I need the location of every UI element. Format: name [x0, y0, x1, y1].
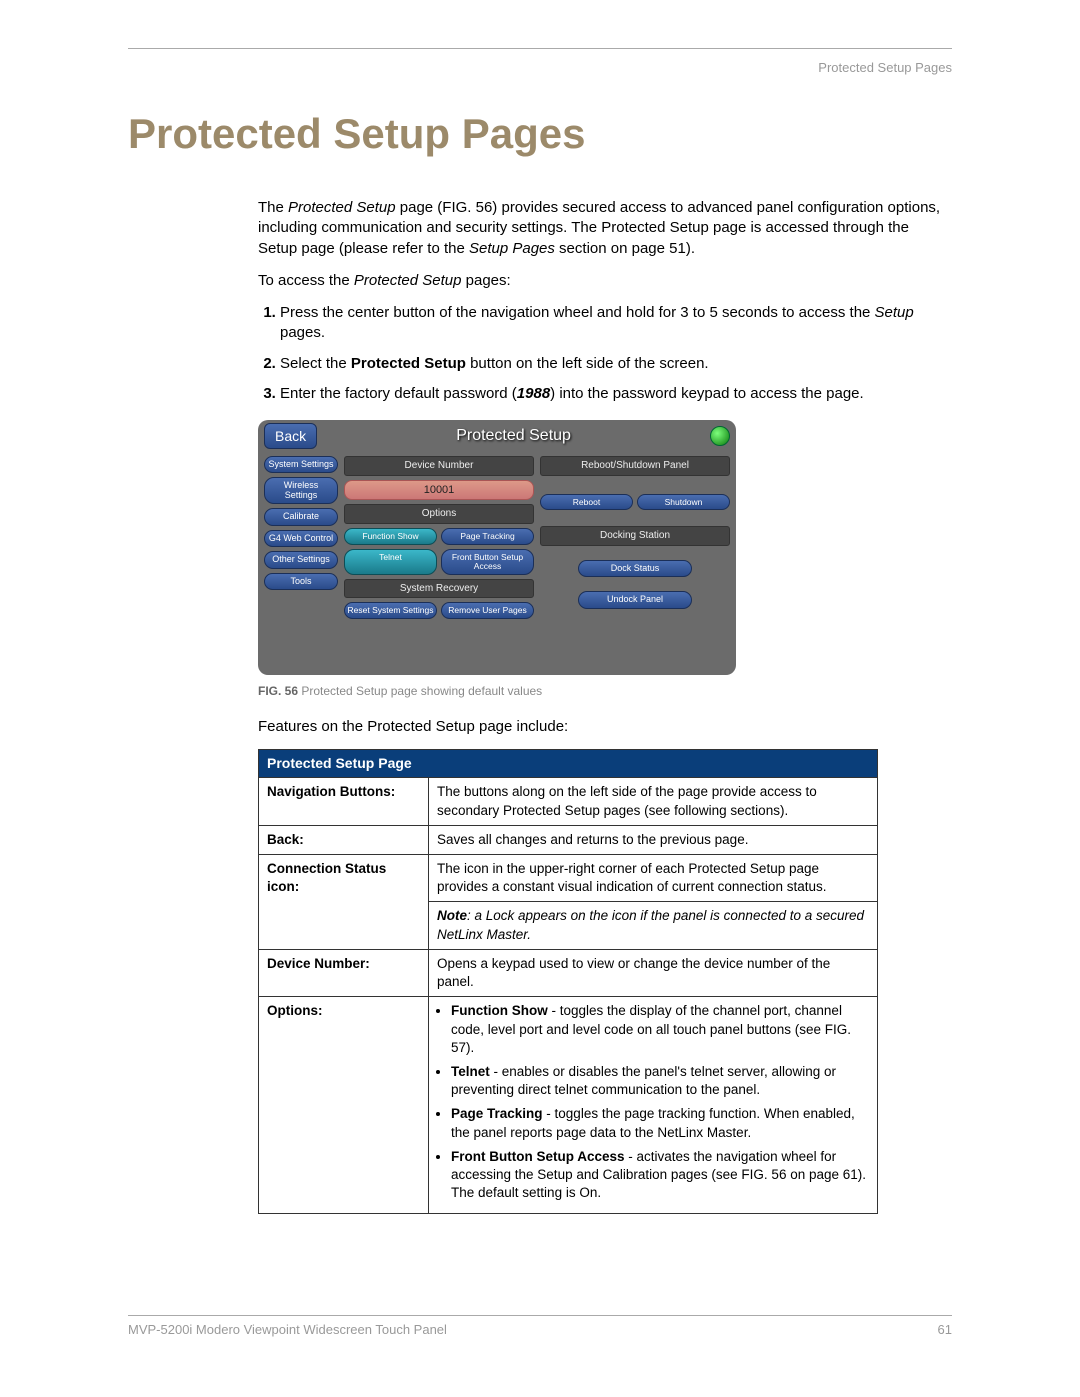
row-label-device-number: Device Number: [259, 949, 429, 996]
table-row: Device Number: Opens a keypad used to vi… [259, 949, 878, 996]
ss-device-number-title: Device Number [344, 456, 534, 476]
figure-caption: FIG. 56 Protected Setup page showing def… [258, 683, 952, 699]
figure-screenshot: Back Protected Setup System Settings Wir… [258, 420, 736, 675]
ss-nav-g4-web-control[interactable]: G4 Web Control [264, 530, 338, 547]
ss-shutdown-button[interactable]: Shutdown [637, 494, 730, 511]
ss-nav-calibrate[interactable]: Calibrate [264, 508, 338, 525]
option-function-show: Function Show - toggles the display of t… [451, 1002, 869, 1057]
header-rule [128, 48, 952, 49]
header-section: Protected Setup Pages [818, 60, 952, 75]
ss-front-button-setup[interactable]: Front Button Setup Access [441, 549, 534, 575]
table-row: Back: Saves all changes and returns to t… [259, 825, 878, 854]
ss-back-button[interactable]: Back [264, 423, 317, 450]
row-desc-options: Function Show - toggles the display of t… [429, 997, 878, 1214]
row-label-nav: Navigation Buttons: [259, 778, 429, 825]
ss-telnet-button[interactable]: Telnet [344, 549, 437, 575]
row-desc-connection: The icon in the upper-right corner of ea… [429, 854, 878, 901]
row-desc-nav: The buttons along on the left side of th… [429, 778, 878, 825]
step-2: Select the Protected Setup button on the… [280, 354, 952, 374]
ss-reboot-shutdown-title: Reboot/Shutdown Panel [540, 456, 730, 476]
page-title: Protected Setup Pages [128, 110, 952, 158]
ss-page-tracking-button[interactable]: Page Tracking [441, 528, 534, 545]
footer-page-number: 61 [938, 1322, 952, 1337]
ss-reset-system-button[interactable]: Reset System Settings [344, 602, 437, 619]
footer-left: MVP-5200i Modero Viewpoint Widescreen To… [128, 1322, 447, 1337]
row-note-connection: Note: a Lock appears on the icon if the … [429, 902, 878, 949]
ss-remove-user-pages-button[interactable]: Remove User Pages [441, 602, 534, 619]
steps-list: Press the center button of the navigatio… [258, 303, 952, 404]
ss-nav-other-settings[interactable]: Other Settings [264, 551, 338, 568]
table-row: Connection Status icon: The icon in the … [259, 854, 878, 901]
ss-nav-system-settings[interactable]: System Settings [264, 456, 338, 473]
option-front-button: Front Button Setup Access - activates th… [451, 1148, 869, 1203]
table-row: Navigation Buttons: The buttons along on… [259, 778, 878, 825]
row-desc-back: Saves all changes and returns to the pre… [429, 825, 878, 854]
table-header: Protected Setup Page [259, 750, 878, 778]
ss-title: Protected Setup [325, 425, 702, 447]
page-footer: MVP-5200i Modero Viewpoint Widescreen To… [128, 1315, 952, 1337]
ss-options-title: Options [344, 504, 534, 524]
intro-paragraph-1: The Protected Setup page (FIG. 56) provi… [258, 198, 952, 259]
row-label-options: Options: [259, 997, 429, 1214]
ss-function-show-button[interactable]: Function Show [344, 528, 437, 545]
step-1: Press the center button of the navigatio… [280, 303, 952, 344]
feature-table: Protected Setup Page Navigation Buttons:… [258, 749, 878, 1214]
table-row: Options: Function Show - toggles the dis… [259, 997, 878, 1214]
ss-device-number-value[interactable]: 10001 [344, 480, 534, 501]
option-telnet: Telnet - enables or disables the panel's… [451, 1063, 869, 1099]
ss-nav-tools[interactable]: Tools [264, 573, 338, 590]
ss-dock-status-button[interactable]: Dock Status [578, 560, 692, 577]
ss-system-recovery-title: System Recovery [344, 579, 534, 599]
row-label-back: Back: [259, 825, 429, 854]
option-page-tracking: Page Tracking - toggles the page trackin… [451, 1105, 869, 1141]
step-3: Enter the factory default password (1988… [280, 384, 952, 404]
ss-connection-led-icon [710, 426, 730, 446]
features-intro: Features on the Protected Setup page inc… [258, 717, 952, 737]
ss-nav-wireless-settings[interactable]: Wireless Settings [264, 477, 338, 504]
row-label-connection: Connection Status icon: [259, 854, 429, 949]
ss-reboot-button[interactable]: Reboot [540, 494, 633, 511]
row-desc-device-number: Opens a keypad used to view or change th… [429, 949, 878, 996]
ss-undock-panel-button[interactable]: Undock Panel [578, 591, 692, 608]
ss-docking-station-title: Docking Station [540, 526, 730, 546]
intro-paragraph-2: To access the Protected Setup pages: [258, 271, 952, 291]
